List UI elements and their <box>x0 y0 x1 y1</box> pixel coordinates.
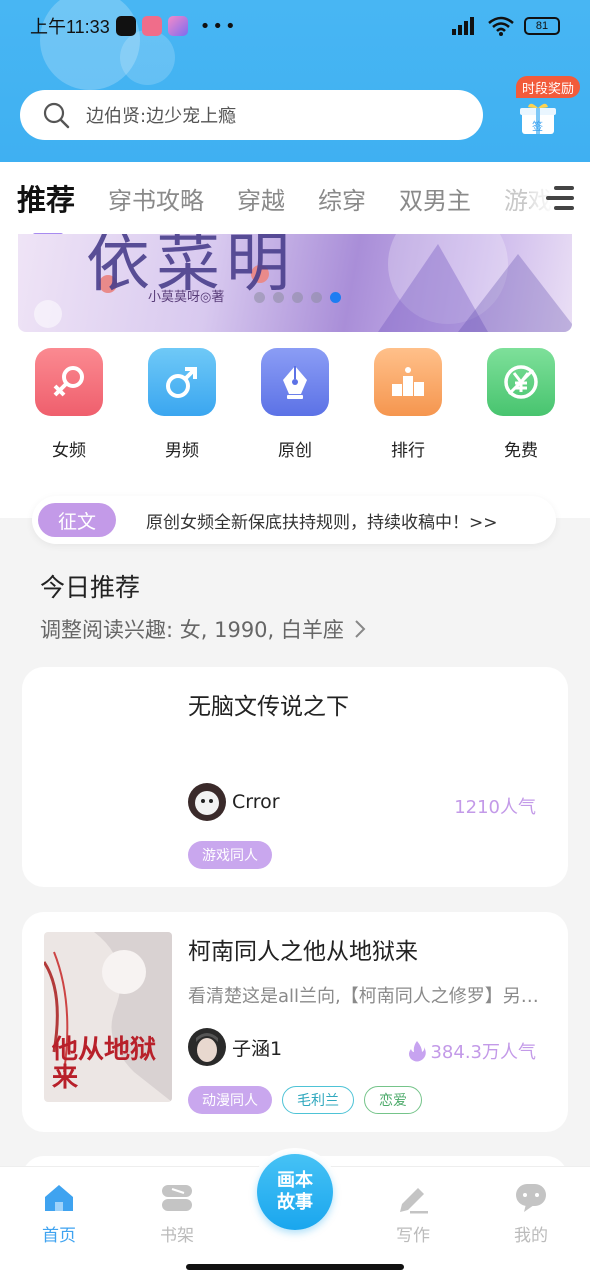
podium-icon <box>374 348 442 416</box>
book-title: 柯南同人之他从地狱来 <box>188 939 418 965</box>
nav-write[interactable]: 写作 <box>373 1181 453 1246</box>
book-author[interactable]: 子涵1 <box>188 1028 282 1066</box>
chat-bubble-icon <box>514 1181 548 1215</box>
search-placeholder: 边伯贤:边少宠上瘾 <box>86 106 237 127</box>
flame-icon <box>409 1041 427 1062</box>
signal-icon <box>452 17 474 35</box>
more-notifications-icon: ••• <box>199 15 238 37</box>
status-bar: 上午11:33 ••• 81 <box>0 0 590 52</box>
reading-interest-text: 调整阅读兴趣: 女, 1990, 白羊座 <box>40 618 344 642</box>
book-tags: 动漫同人 毛利兰 恋爱 <box>188 1086 422 1114</box>
nav-mine[interactable]: 我的 <box>491 1181 571 1246</box>
tab-book-strategy[interactable]: 穿书攻略 <box>108 181 204 216</box>
notice-tag: 征文 <box>38 503 116 537</box>
section-title: 今日推荐 <box>40 573 141 602</box>
male-icon <box>148 348 216 416</box>
book-tag[interactable]: 毛利兰 <box>282 1086 354 1114</box>
author-name: Crror <box>232 791 280 813</box>
home-indicator[interactable] <box>186 1264 404 1270</box>
free-yen-icon <box>487 348 555 416</box>
home-icon <box>42 1181 76 1215</box>
carousel-indicator <box>254 292 341 303</box>
tab-boys-love[interactable]: 双男主 <box>399 181 471 216</box>
header: 上午11:33 ••• 81 边伯贤:边少宠上瘾 时段奖励 签 <box>0 0 590 162</box>
fab-label: 画本故事 <box>277 1170 313 1213</box>
nav-label: 首页 <box>42 1226 76 1246</box>
avatar <box>188 1028 226 1066</box>
book-tag[interactable]: 动漫同人 <box>188 1086 272 1114</box>
cover-title-text: 他从地狱来 <box>52 1035 157 1093</box>
reward-badge: 时段奖励 <box>516 76 581 98</box>
status-right: 81 <box>450 16 560 36</box>
book-description: 看清楚这是all兰向,【柯南同人之修罗】另外... <box>188 986 550 1007</box>
wifi-icon <box>488 16 514 36</box>
notice-text: 原创女频全新保底扶持规则，持续收稿中！>> <box>146 512 498 533</box>
avatar <box>188 783 226 821</box>
category-label: 男频 <box>165 441 199 461</box>
category-ranking[interactable]: 排行 <box>363 348 453 461</box>
battery-indicator: 81 <box>524 17 560 35</box>
category-tabs: 推荐 穿书攻略 穿越 综穿 双男主 游戏 <box>0 162 590 234</box>
popularity-count: 384.3万人气 <box>408 1038 536 1064</box>
nav-label: 我的 <box>514 1226 548 1246</box>
popularity-count: 1210人气 <box>454 793 536 819</box>
category-female[interactable]: 女频 <box>24 348 114 461</box>
status-time: 上午11:33 <box>30 17 110 37</box>
pencil-icon <box>396 1181 430 1215</box>
tab-multi-world[interactable]: 综穿 <box>318 181 366 216</box>
banner-author: 小莫莫呀◎著 <box>148 290 225 305</box>
search-input[interactable]: 边伯贤:边少宠上瘾 <box>20 90 483 140</box>
nav-bookshelf[interactable]: 书架 <box>137 1181 217 1246</box>
menu-icon <box>546 186 574 210</box>
carousel-dot <box>292 292 303 303</box>
status-notification-icons <box>115 16 188 36</box>
category-label: 女频 <box>52 441 86 461</box>
category-shortcuts: 女频 男频 原创 排行 免费 <box>0 348 590 468</box>
reading-interest-link[interactable]: 调整阅读兴趣: 女, 1990, 白羊座 <box>40 614 370 644</box>
search-icon <box>43 102 70 129</box>
bookshelf-icon <box>160 1181 194 1215</box>
category-male[interactable]: 男频 <box>137 348 227 461</box>
game-app-icon <box>141 16 162 36</box>
category-free[interactable]: 免费 <box>476 348 566 461</box>
nav-home[interactable]: 首页 <box>19 1181 99 1246</box>
gift-label: 签 <box>532 120 543 133</box>
category-original[interactable]: 原创 <box>250 348 340 461</box>
app-icon <box>167 16 188 36</box>
book-title: 无脑文传说之下 <box>188 694 349 720</box>
category-label: 免费 <box>504 441 538 461</box>
book-author[interactable]: Crror <box>188 783 280 821</box>
tiktok-icon <box>115 16 136 36</box>
book-cover: 他从地狱来 <box>44 932 172 1102</box>
category-label: 原创 <box>278 441 312 461</box>
carousel-dot-active <box>330 292 341 303</box>
popularity-text: 1210人气 <box>454 797 536 818</box>
carousel-dot <box>273 292 284 303</box>
book-tag[interactable]: 恋爱 <box>364 1086 422 1114</box>
category-label: 排行 <box>391 441 425 461</box>
book-card[interactable]: 他从地狱来 柯南同人之他从地狱来 看清楚这是all兰向,【柯南同人之修罗】另外.… <box>22 912 568 1132</box>
nav-label: 写作 <box>396 1226 430 1246</box>
popularity-text: 384.3万人气 <box>430 1042 536 1063</box>
signin-reward-button[interactable]: 时段奖励 签 <box>508 76 581 142</box>
tab-recommend[interactable]: 推荐 <box>17 177 75 234</box>
author-name: 子涵1 <box>232 1037 283 1060</box>
book-card[interactable]: 无脑文传说之下 Crror 1210人气 游戏同人 <box>22 667 568 887</box>
tab-time-travel[interactable]: 穿越 <box>237 181 285 216</box>
chevron-right-icon <box>355 620 366 638</box>
tab-menu-button[interactable] <box>530 162 590 234</box>
nav-label: 书架 <box>160 1226 194 1246</box>
carousel-dot <box>311 292 322 303</box>
female-icon <box>35 348 103 416</box>
book-tag[interactable]: 游戏同人 <box>188 841 272 869</box>
book-tags: 游戏同人 <box>188 841 272 869</box>
draw-story-button[interactable]: 画本故事 <box>257 1154 333 1230</box>
banner-carousel[interactable]: 依菜明 小莫莫呀◎著 <box>18 234 572 332</box>
carousel-dot <box>254 292 265 303</box>
contest-notice-bar[interactable]: 征文 原创女频全新保底扶持规则，持续收稿中！>> <box>32 496 556 544</box>
pen-nib-icon <box>261 348 329 416</box>
